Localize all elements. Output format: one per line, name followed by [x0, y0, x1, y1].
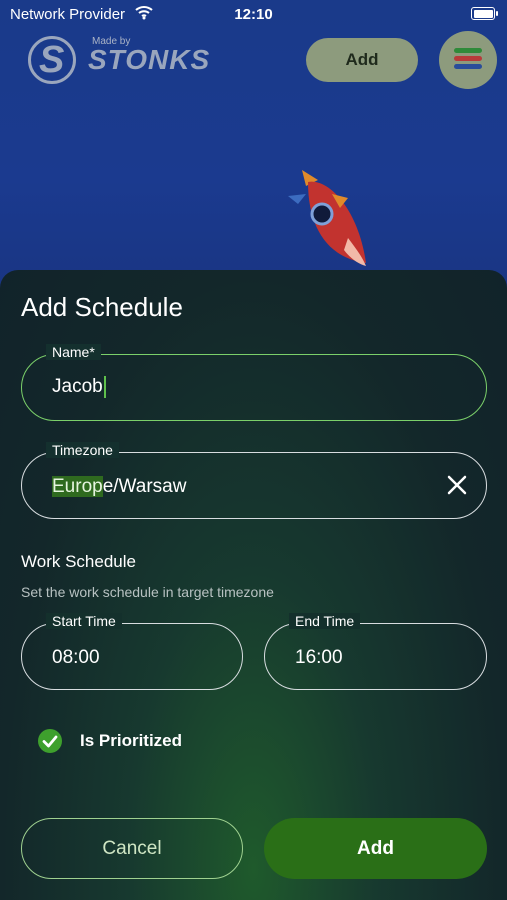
timezone-rest-text: e/Warsaw [102, 476, 187, 497]
start-time-field[interactable]: Start Time 08:00 [21, 613, 243, 690]
work-schedule-subtitle: Set the work schedule in target timezone [21, 584, 274, 600]
clear-icon[interactable] [444, 472, 470, 498]
add-schedule-sheet: Add Schedule Name* Jacob Timezone Europe… [0, 270, 507, 900]
cancel-button[interactable]: Cancel [21, 818, 243, 879]
work-schedule-title: Work Schedule [21, 552, 136, 571]
rocket-illustration [288, 168, 378, 278]
menu-button[interactable] [439, 31, 497, 89]
name-field-label: Name* [46, 344, 101, 360]
name-field[interactable]: Name* Jacob [21, 344, 487, 421]
timezone-field-value[interactable]: Europe/Warsaw [52, 476, 186, 498]
sheet-title: Add Schedule [21, 292, 183, 322]
prioritized-checkbox[interactable] [38, 729, 62, 753]
prioritized-label: Is Prioritized [80, 731, 183, 750]
header-add-button[interactable]: Add [306, 38, 418, 82]
end-time-field[interactable]: End Time 16:00 [264, 613, 487, 690]
start-time-label: Start Time [46, 613, 122, 629]
app-logo: S Made by STONKS [28, 32, 211, 88]
logo-brand: STONKS [88, 44, 211, 75]
add-button[interactable]: Add [264, 818, 487, 879]
timezone-selected-text: Europ [52, 476, 103, 497]
logo-mark: S [28, 36, 76, 84]
end-time-label: End Time [289, 613, 361, 629]
start-time-value[interactable]: 08:00 [52, 647, 100, 669]
timezone-field[interactable]: Timezone Europe/Warsaw [21, 442, 487, 519]
timezone-field-label: Timezone [46, 442, 119, 458]
check-icon [42, 735, 58, 748]
battery-icon [471, 7, 498, 20]
end-time-value[interactable]: 16:00 [295, 647, 343, 669]
status-time: 12:10 [234, 6, 273, 23]
status-bar: Network Provider 12:10 [0, 0, 507, 28]
name-field-value[interactable]: Jacob [52, 376, 106, 398]
